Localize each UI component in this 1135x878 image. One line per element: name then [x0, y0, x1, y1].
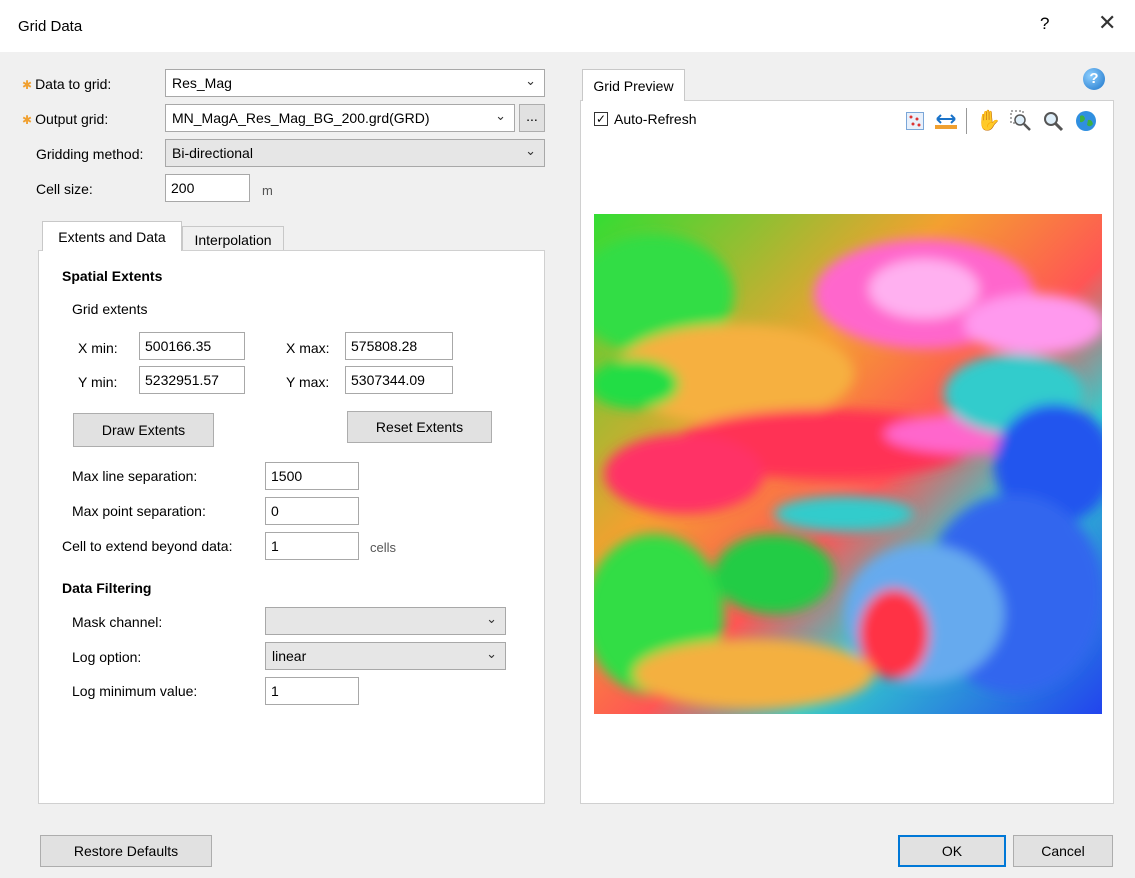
data-filtering-heading: Data Filtering: [62, 580, 152, 596]
ok-button[interactable]: OK: [898, 835, 1006, 867]
extend-label: Cell to extend beyond data:: [62, 538, 233, 554]
mask-channel-label: Mask channel:: [72, 614, 163, 630]
cell-size-unit: m: [262, 183, 273, 198]
output-grid-value: MN_MagA_Res_Mag_BG_200.grd(GRD): [172, 110, 430, 126]
grid-preview-image[interactable]: [574, 214, 1114, 714]
xmax-label: X max:: [286, 340, 330, 356]
data-to-grid-value: Res_Mag: [172, 75, 232, 91]
reset-extents-button[interactable]: Reset Extents: [347, 411, 492, 443]
cell-size-input[interactable]: 200: [165, 174, 250, 202]
ymax-label: Y max:: [286, 374, 330, 390]
gridding-method-value: Bi-directional: [172, 145, 253, 161]
chevron-down-icon: ⌄: [495, 108, 506, 123]
zoom-box-icon[interactable]: [1010, 110, 1032, 135]
xmax-input[interactable]: 575808.28: [345, 332, 453, 360]
required-star-icon: ✱: [22, 78, 33, 92]
ymin-input[interactable]: 5232951.57: [139, 366, 245, 394]
data-to-grid-label: ✱ Data to grid:: [22, 76, 112, 92]
globe-icon[interactable]: [1075, 110, 1097, 135]
tab-grid-preview[interactable]: Grid Preview: [582, 69, 685, 101]
max-point-label: Max point separation:: [72, 503, 206, 519]
window-title: Grid Data: [18, 18, 83, 35]
data-points-icon[interactable]: [906, 112, 924, 130]
tab-extents-and-data[interactable]: Extents and Data: [42, 221, 182, 251]
xmin-input[interactable]: 500166.35: [139, 332, 245, 360]
auto-refresh-label: Auto-Refresh: [614, 111, 697, 127]
cancel-button[interactable]: Cancel: [1013, 835, 1113, 867]
browse-output-button[interactable]: ...: [519, 104, 545, 132]
gridding-method-combo[interactable]: Bi-directional ⌄: [165, 139, 545, 167]
output-grid-label: ✱ Output grid:: [22, 111, 109, 127]
max-line-input[interactable]: 1500: [265, 462, 359, 490]
extend-unit: cells: [370, 540, 397, 555]
title-bar: [0, 0, 1135, 52]
stretch-icon[interactable]: [934, 112, 958, 135]
log-min-label: Log minimum value:: [72, 683, 198, 699]
pan-hand-icon[interactable]: ✋: [976, 108, 1001, 133]
gridding-method-label: Gridding method:: [36, 146, 144, 162]
restore-defaults-button[interactable]: Restore Defaults: [40, 835, 212, 867]
close-button[interactable]: ✕: [1098, 10, 1116, 36]
log-min-input[interactable]: 1: [265, 677, 359, 705]
help-icon[interactable]: ?: [1083, 68, 1105, 90]
xmin-label: X min:: [78, 340, 118, 356]
cell-size-label: Cell size:: [36, 181, 93, 197]
data-to-grid-combo[interactable]: Res_Mag ⌄: [165, 69, 545, 97]
output-grid-combo[interactable]: MN_MagA_Res_Mag_BG_200.grd(GRD) ⌄: [165, 104, 515, 132]
chevron-down-icon: ⌄: [486, 646, 497, 661]
help-button[interactable]: ?: [1040, 14, 1049, 34]
chevron-down-icon: ⌄: [486, 611, 497, 626]
extents-panel: [38, 250, 545, 804]
max-line-label: Max line separation:: [72, 468, 198, 484]
max-point-input[interactable]: 0: [265, 497, 359, 525]
auto-refresh-checkbox[interactable]: ✓: [594, 112, 608, 126]
spatial-extents-heading: Spatial Extents: [62, 268, 163, 284]
mask-channel-combo[interactable]: ⌄: [265, 607, 506, 635]
required-star-icon: ✱: [22, 113, 33, 127]
log-option-label: Log option:: [72, 649, 142, 665]
toolbar-divider: [966, 108, 967, 134]
grid-extents-label: Grid extents: [72, 301, 148, 317]
extend-input[interactable]: 1: [265, 532, 359, 560]
draw-extents-button[interactable]: Draw Extents: [73, 413, 214, 447]
chevron-down-icon: ⌄: [525, 143, 536, 158]
ymax-input[interactable]: 5307344.09: [345, 366, 453, 394]
zoom-icon[interactable]: [1042, 110, 1064, 135]
ymin-label: Y min:: [78, 374, 118, 390]
chevron-down-icon: ⌄: [525, 73, 536, 88]
tab-interpolation[interactable]: Interpolation: [182, 226, 284, 250]
log-option-combo[interactable]: linear ⌄: [265, 642, 506, 670]
